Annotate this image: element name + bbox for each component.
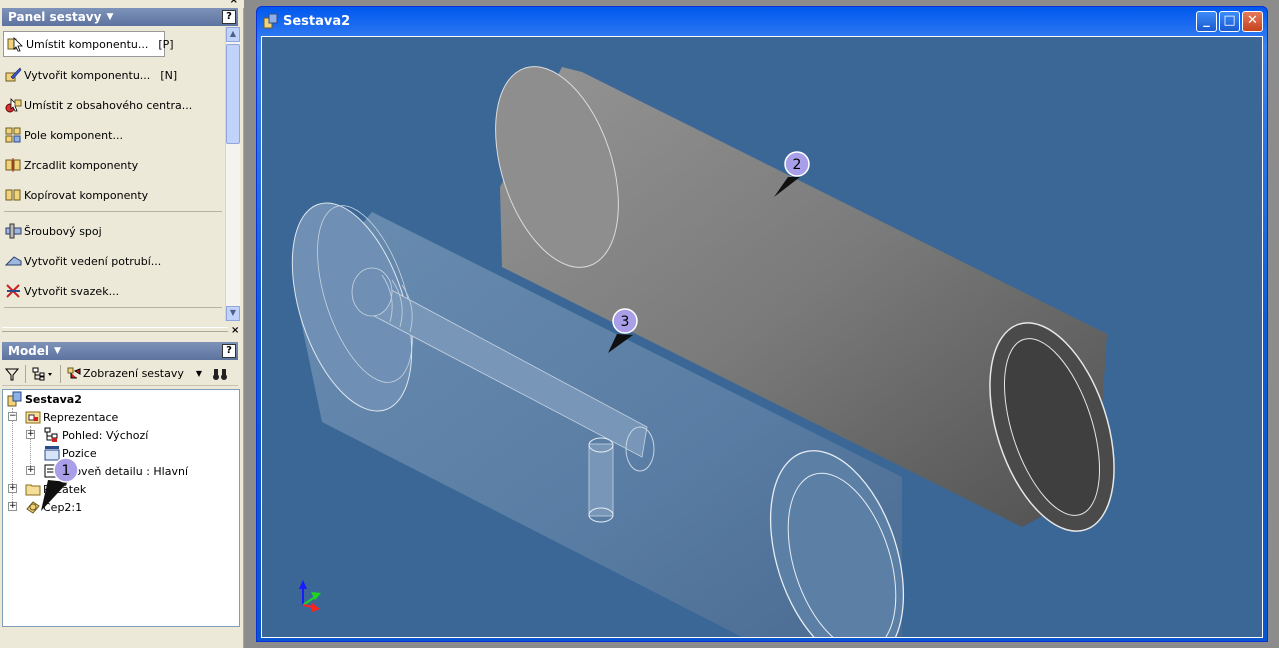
mirror-components-command[interactable]: Zrcadlit komponenty <box>2 152 224 178</box>
assembly-icon <box>7 391 23 407</box>
content-center-icon <box>5 97 22 113</box>
assembly-view-icon <box>67 367 81 378</box>
tree-node-label: Úroveň detailu : Hlavní <box>62 464 189 478</box>
callout-1: 1 <box>41 457 79 511</box>
assembly-view-label: Zobrazení sestavy <box>83 367 184 380</box>
document-icon <box>263 13 279 29</box>
tree-node-label: Sestava2 <box>25 392 82 406</box>
place-component-icon <box>7 36 24 52</box>
tree-node-representations[interactable]: Reprezentace <box>25 408 118 426</box>
callout-number: 2 <box>793 157 802 173</box>
command-label: Vytvořit svazek... <box>24 284 120 298</box>
create-tube-run-command[interactable]: Vytvořit vedení potrubí... <box>2 248 224 274</box>
mirror-icon <box>5 157 22 173</box>
command-label: Vytvořit vedení potrubí... <box>24 254 162 268</box>
tree-node-view[interactable]: Pohled: Výchozí <box>44 426 148 444</box>
left-panel-area: × Panel sestavy ▼ ? Umístit komponentu..… <box>0 0 244 648</box>
component-pattern-command[interactable]: Pole komponent... <box>2 122 224 148</box>
command-label: Vytvořit komponentu... <box>24 68 151 82</box>
command-label: Pole komponent... <box>24 128 123 142</box>
create-component-icon <box>5 67 22 83</box>
create-component-command[interactable]: Vytvořit komponentu... [N] <box>2 62 224 88</box>
assembly-panel-scrollbar[interactable]: ▲ ▼ <box>225 27 240 321</box>
assembly-panel-title: Panel sestavy <box>8 10 102 24</box>
minimize-button[interactable]: _ <box>1196 11 1217 32</box>
model-toolbar: Zobrazení sestavy ▼ <box>2 362 238 386</box>
shortcut-key: [N] <box>160 68 178 82</box>
expand-toggle[interactable]: + <box>8 502 17 511</box>
close-icon[interactable]: × <box>231 325 239 336</box>
pattern-icon <box>5 127 22 143</box>
expand-toggle[interactable]: + <box>26 466 35 475</box>
document-title: Sestava2 <box>283 13 351 29</box>
command-label: Kopírovat komponenty <box>24 188 149 202</box>
expand-toggle[interactable]: + <box>8 484 17 493</box>
separator <box>4 211 222 212</box>
harness-icon <box>5 283 22 299</box>
shortcut-key: [P] <box>158 37 174 51</box>
callout-number: 3 <box>621 314 630 330</box>
tree-node-assembly[interactable]: Sestava2 <box>7 390 82 408</box>
expand-toggle[interactable]: + <box>26 430 35 439</box>
hierarchy-icon[interactable] <box>29 364 57 384</box>
separator <box>4 307 222 308</box>
command-label: Zrcadlit komponenty <box>24 158 139 172</box>
close-button[interactable]: ✕ <box>1242 11 1263 32</box>
part-icon <box>25 499 41 515</box>
model-scene: 2 3 <box>291 66 1115 637</box>
tree-node-label: Pohled: Výchozí <box>62 428 149 442</box>
command-label: Šroubový spoj <box>24 224 102 238</box>
scroll-down-icon[interactable]: ▼ <box>226 306 240 321</box>
assembly-command-list: Umístit komponentu... [P] Vytvořit kompo… <box>2 27 225 323</box>
panel-top-strip: × <box>0 0 244 8</box>
model-browser-tree[interactable]: Sestava2 − Reprezentace + Pohled: Výchoz… <box>2 389 240 627</box>
view-rep-icon <box>44 427 60 443</box>
folder-icon <box>25 481 41 497</box>
help-icon[interactable]: ? <box>222 344 236 358</box>
graphics-viewport[interactable]: 2 3 <box>261 36 1263 638</box>
tube-run-icon <box>4 253 22 269</box>
representations-folder-icon <box>25 409 41 425</box>
maximize-button[interactable]: □ <box>1219 11 1240 32</box>
collapse-toggle[interactable]: − <box>8 412 17 421</box>
close-panel-icon[interactable]: × <box>230 0 238 6</box>
assembly-panel-header[interactable]: Panel sestavy ▼ ? <box>2 8 238 26</box>
callout-number: 1 <box>62 463 71 479</box>
create-harness-command[interactable]: Vytvořit svazek... <box>2 278 224 304</box>
chevron-down-icon[interactable]: ▼ <box>54 346 61 356</box>
chevron-down-icon[interactable]: ▼ <box>196 369 202 378</box>
model-panel-title: Model <box>8 344 50 358</box>
place-from-content-center-command[interactable]: Umístit z obsahového centra... <box>2 92 224 118</box>
command-label: Umístit z obsahového centra... <box>24 98 193 112</box>
scroll-up-icon[interactable]: ▲ <box>226 27 240 42</box>
bolted-connection-command[interactable]: Šroubový spoj <box>2 218 224 244</box>
place-component-command[interactable]: Umístit komponentu... [P] <box>3 31 174 57</box>
axis-triad-icon <box>299 580 321 612</box>
scroll-thumb[interactable] <box>226 44 240 144</box>
help-icon[interactable]: ? <box>222 10 236 24</box>
document-titlebar[interactable]: Sestava2 _ □ ✕ <box>257 7 1267 35</box>
document-window: Sestava2 _ □ ✕ 2 3 <box>256 6 1268 642</box>
copy-icon <box>5 187 22 203</box>
chevron-down-icon[interactable]: ▼ <box>106 12 113 22</box>
binoculars-icon[interactable] <box>209 364 231 384</box>
model-panel-header[interactable]: Model ▼ ? <box>2 342 238 360</box>
copy-components-command[interactable]: Kopírovat komponenty <box>2 182 224 208</box>
filter-icon[interactable] <box>2 364 22 384</box>
assembly-view-dropdown[interactable]: Zobrazení sestavy ▼ <box>64 364 205 384</box>
panel-splitter[interactable] <box>2 327 228 332</box>
command-label: Umístit komponentu... <box>26 37 149 51</box>
bolt-icon <box>5 223 22 239</box>
tree-node-label: Reprezentace <box>43 410 119 424</box>
